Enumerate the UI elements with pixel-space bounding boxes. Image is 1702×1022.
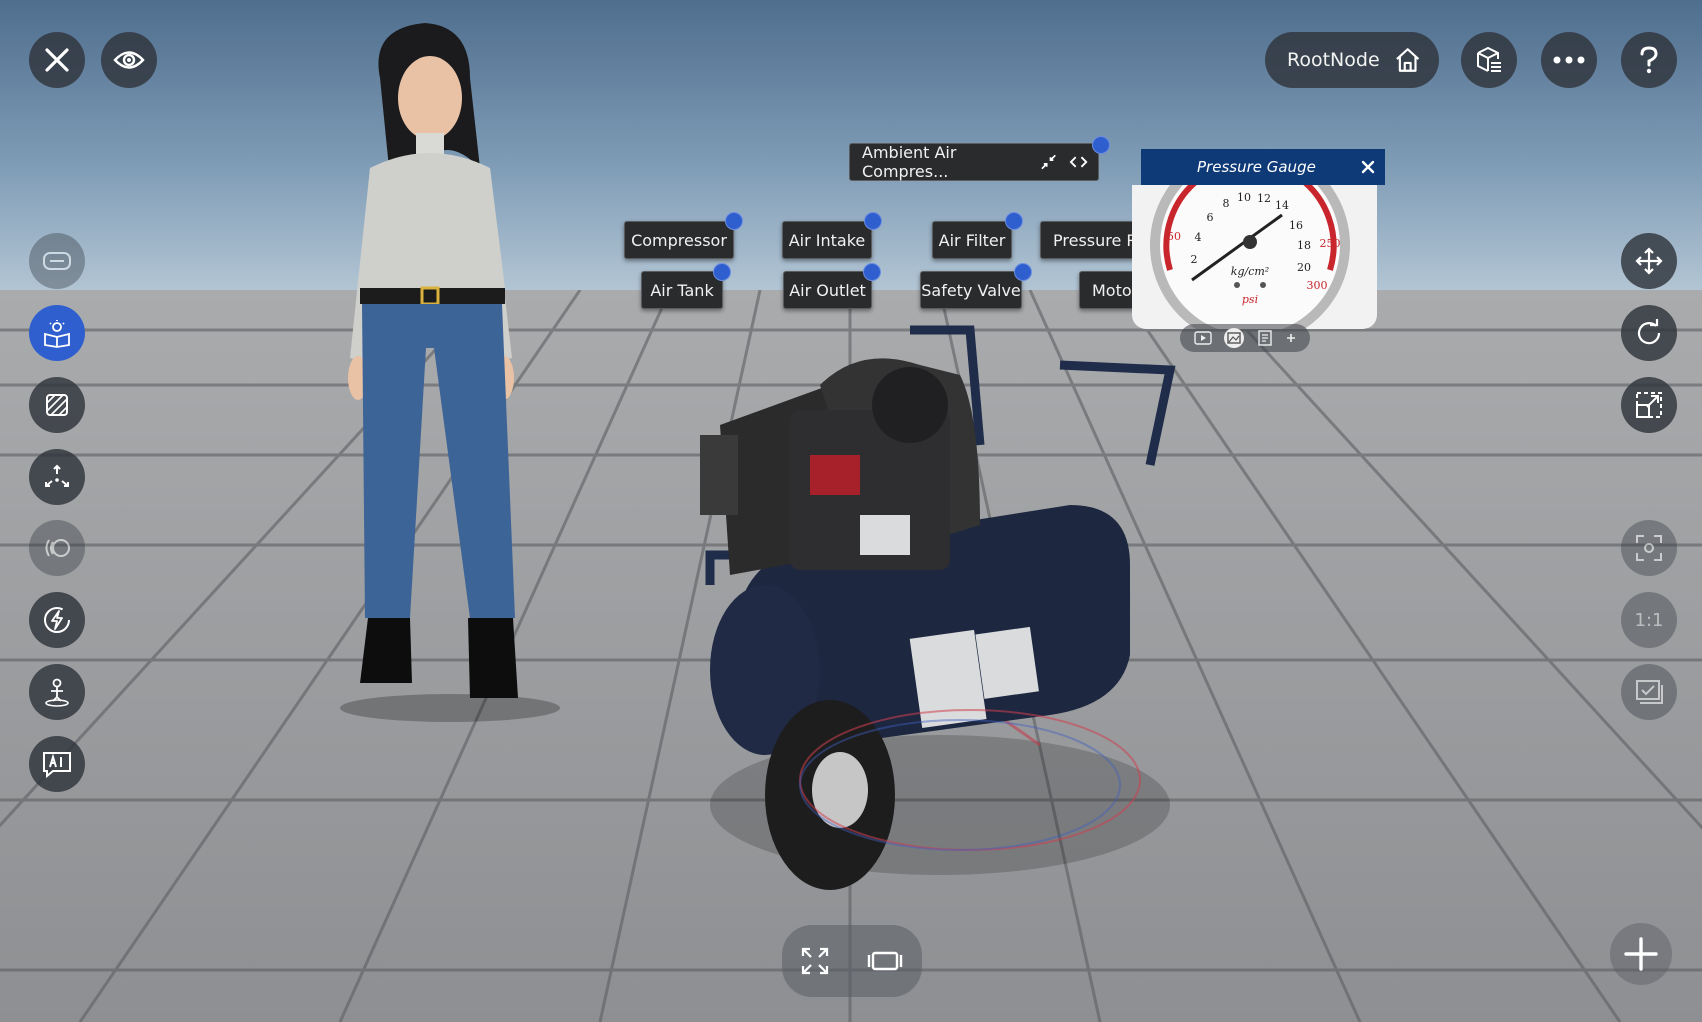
hotspot-air-outlet[interactable]: Air Outlet (783, 271, 872, 309)
hotspot-safety-valve-pin[interactable] (1014, 263, 1032, 281)
xray-waves-icon (45, 539, 70, 557)
plus-icon[interactable] (1285, 332, 1297, 344)
hotspot-air-tank-pin[interactable] (713, 263, 731, 281)
recenter-button[interactable] (1621, 520, 1677, 576)
close-icon[interactable] (1361, 160, 1375, 174)
question-icon (1640, 46, 1658, 74)
close-icon (45, 48, 69, 72)
hotspot-air-outlet-pin[interactable] (863, 263, 881, 281)
guide-button[interactable] (29, 305, 85, 361)
hotspot-safety-valve[interactable]: Safety Valve (920, 271, 1022, 309)
hotspot-air-intake-pin[interactable] (864, 212, 882, 230)
model-tree-button[interactable] (1461, 32, 1517, 88)
root-node-label: RootNode (1287, 49, 1380, 71)
avatar-button[interactable] (29, 664, 85, 720)
explode-button[interactable] (29, 449, 85, 505)
gauge-unit-kgcm: kg/cm² (1231, 265, 1269, 278)
code-icon[interactable] (1069, 154, 1088, 170)
plus-icon (1624, 937, 1658, 971)
visibility-button[interactable] (101, 32, 157, 88)
more-options-button[interactable] (1541, 32, 1597, 88)
pressure-gauge-dial: 2 4 6 8 10 12 14 16 18 20 50 250 300 kg/… (1150, 185, 1350, 329)
gizmo-ring (799, 709, 1141, 851)
cube-list-icon (1477, 46, 1501, 72)
gauge-mark-8: 8 (1223, 197, 1230, 210)
lightning-icon (44, 607, 70, 633)
screen-mode-icon[interactable] (865, 949, 905, 973)
ratio-label: 1:1 (1634, 609, 1664, 631)
image-check-icon (1636, 680, 1663, 704)
gauge-panel-title: Pressure Gauge (1197, 158, 1316, 176)
actual-size-button[interactable]: 1:1 (1621, 592, 1677, 648)
animation-button[interactable] (29, 592, 85, 648)
main-node-pin[interactable] (1092, 136, 1110, 154)
rotate-button[interactable] (1621, 305, 1677, 361)
gauge-mark-14: 14 (1275, 199, 1289, 212)
chat-bubble-icon (43, 252, 71, 270)
home-icon (1395, 48, 1419, 72)
gauge-mark-20: 20 (1297, 261, 1311, 274)
gauge-mark-250: 250 (1320, 237, 1341, 250)
gauge-image[interactable]: 2 4 6 8 10 12 14 16 18 20 50 250 300 kg/… (1132, 185, 1377, 329)
add-button[interactable] (1610, 923, 1672, 985)
gauge-mark-300: 300 (1307, 279, 1328, 292)
book-light-icon (44, 320, 70, 348)
close-button[interactable] (29, 32, 85, 88)
avatar-figure[interactable] (330, 18, 570, 728)
gauge-mark-12: 12 (1257, 192, 1271, 205)
gauge-mark-6: 6 (1207, 211, 1214, 224)
gauge-media-toolbar (1180, 324, 1310, 352)
scale-button[interactable] (1621, 377, 1677, 433)
texture-icon (46, 394, 68, 416)
hotspot-air-intake[interactable]: Air Intake (782, 221, 872, 259)
main-node-label[interactable]: Ambient Air Compres... (849, 143, 1099, 181)
hotspot-pressure-regulator[interactable]: Pressure Reg (1040, 221, 1140, 259)
gauge-unit-psi: psi (1242, 293, 1258, 306)
gauge-mark-50: 50 (1167, 230, 1181, 243)
image-icon[interactable] (1223, 327, 1245, 349)
ai-assistant-button[interactable] (29, 736, 85, 792)
rotate-icon (1637, 319, 1661, 345)
gauge-mark-4: 4 (1195, 231, 1202, 244)
hotspot-air-tank[interactable]: Air Tank (641, 271, 723, 309)
hotspot-compressor-pin[interactable] (725, 212, 743, 230)
gauge-mark-18: 18 (1297, 239, 1311, 252)
main-node-title: Ambient Air Compres... (862, 143, 957, 181)
scale-icon (1636, 392, 1662, 418)
move-arrows-icon (1635, 247, 1663, 275)
collapse-icon[interactable] (1040, 153, 1057, 171)
document-icon[interactable] (1256, 330, 1274, 346)
hotspot-air-filter[interactable]: Air Filter (932, 221, 1012, 259)
gauge-panel-header[interactable]: Pressure Gauge (1141, 149, 1385, 185)
gauge-mark-16: 16 (1289, 219, 1303, 232)
root-node-button[interactable]: RootNode (1265, 32, 1439, 88)
material-button[interactable] (29, 377, 85, 433)
ellipsis-icon (1553, 56, 1585, 64)
hotspot-air-filter-pin[interactable] (1005, 212, 1023, 230)
gauge-mark-10: 10 (1237, 191, 1251, 204)
focus-icon (1636, 535, 1662, 561)
move-button[interactable] (1621, 233, 1677, 289)
hotspot-compressor[interactable]: Compressor (624, 221, 734, 259)
view-toolbar (782, 925, 922, 997)
gauge-mark-2: 2 (1191, 253, 1198, 266)
person-pin-icon (45, 678, 69, 707)
fullscreen-icon[interactable] (800, 946, 830, 976)
chat-button[interactable] (29, 233, 85, 289)
eye-icon (113, 51, 145, 69)
xray-button[interactable] (29, 520, 85, 576)
explode-arrows-icon (45, 464, 69, 487)
ai-chat-icon (43, 752, 71, 778)
help-button[interactable] (1621, 32, 1677, 88)
screenshot-button[interactable] (1621, 664, 1677, 720)
video-icon[interactable] (1193, 331, 1212, 345)
